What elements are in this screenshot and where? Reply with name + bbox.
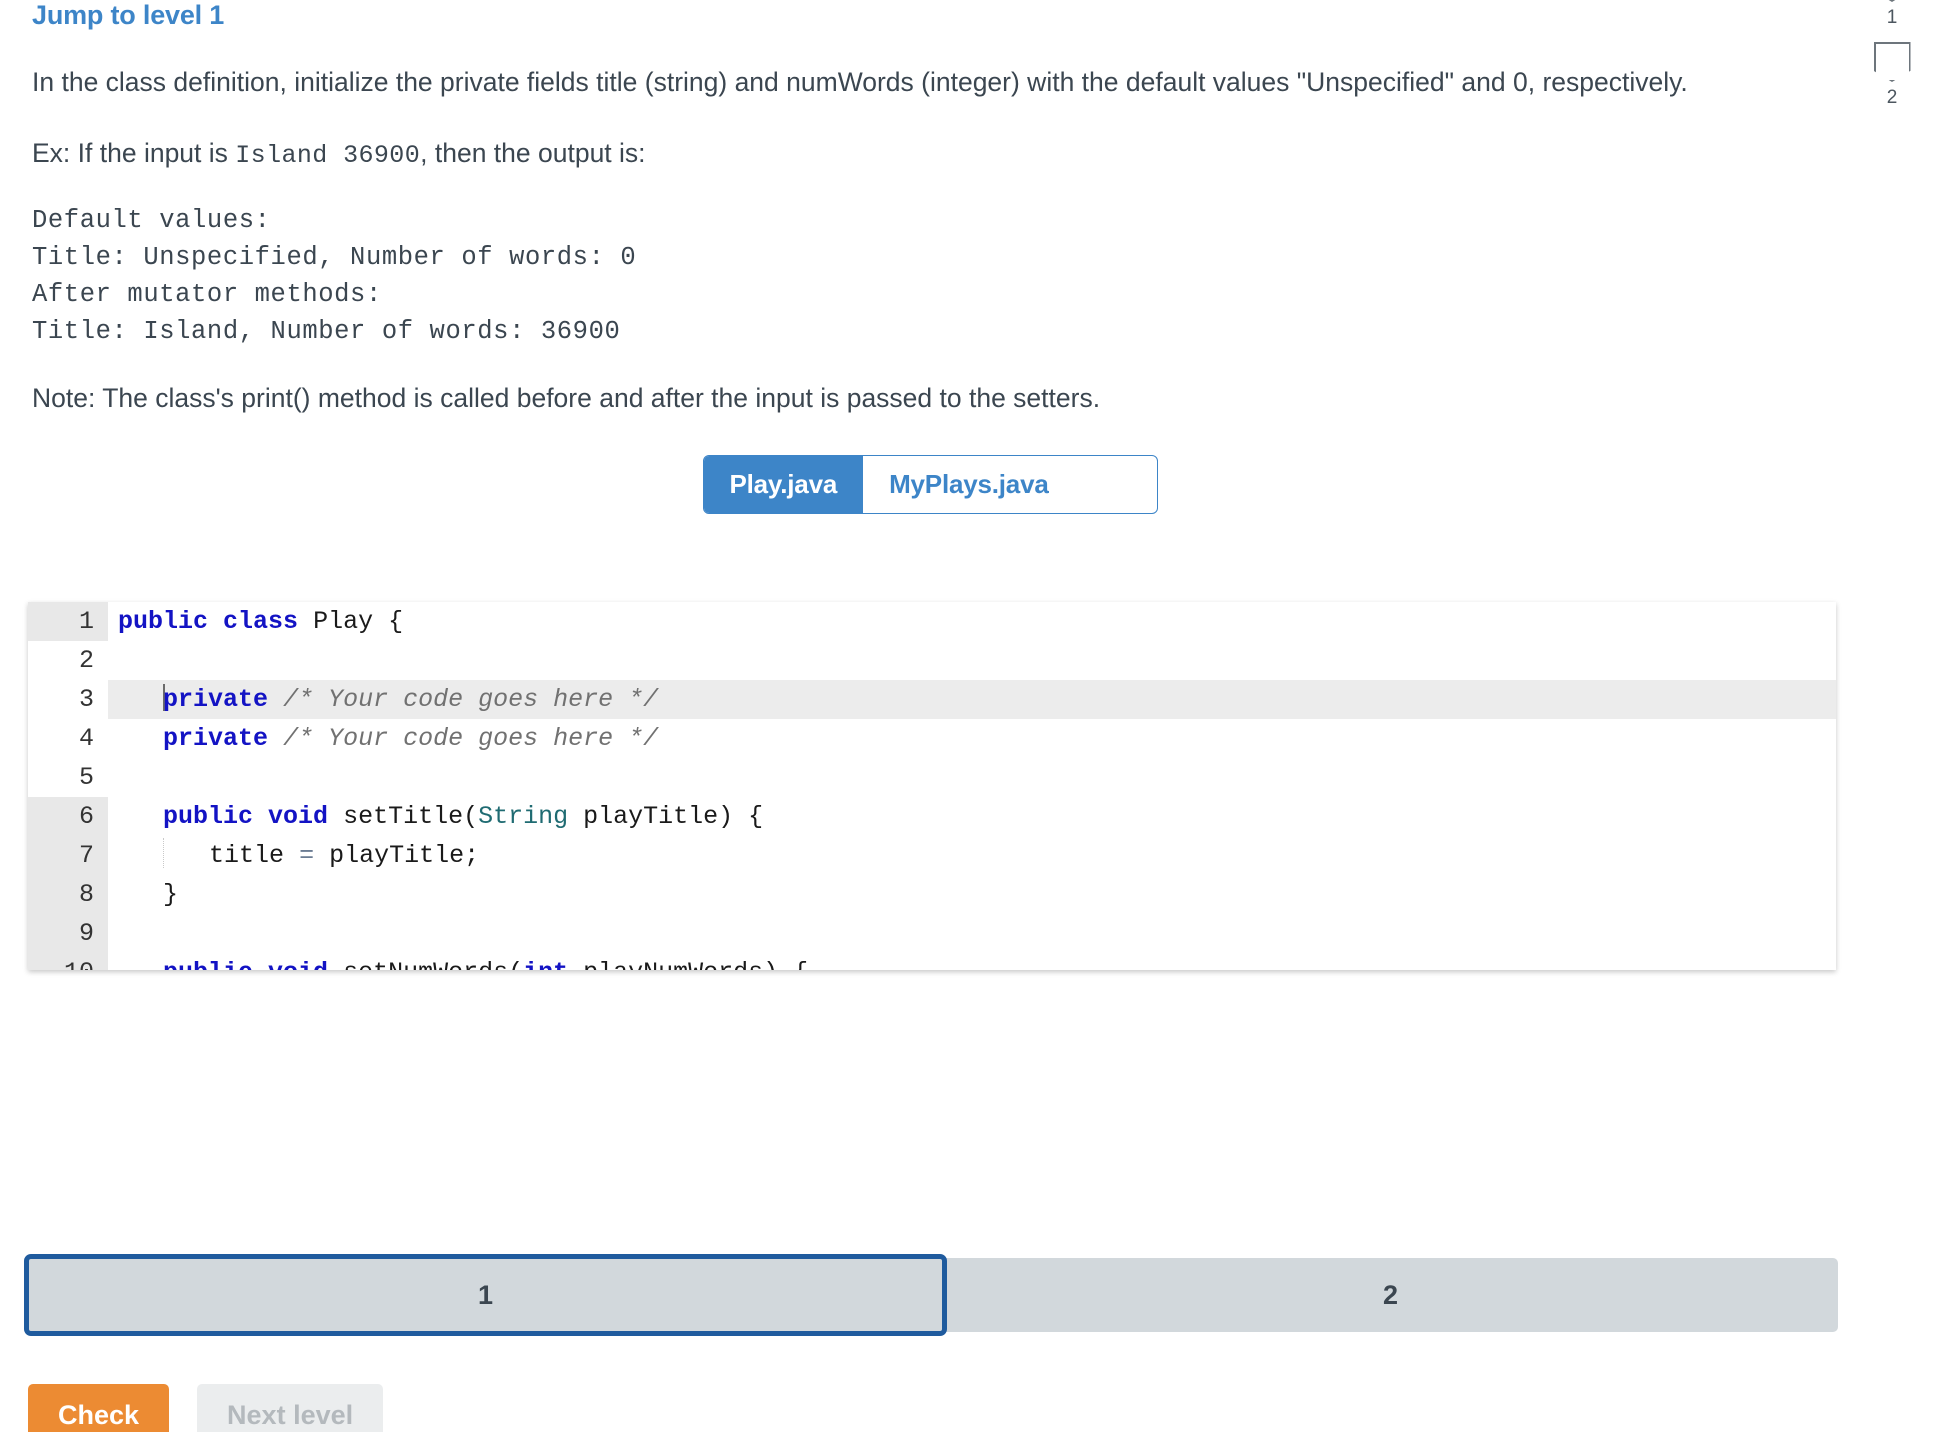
line-number: 9 [28,914,108,953]
next-level-button[interactable]: Next level [197,1384,384,1432]
tab-play-java[interactable]: Play.java [703,456,864,513]
code-lines-body: 1 public class Play { 2 3 private /* You… [28,602,1836,970]
level-segment-1[interactable]: 1 [24,1254,947,1336]
level-shield-2[interactable]: 2 [1873,42,1911,108]
sample-output-block: Default values: Title: Unspecified, Numb… [32,206,637,346]
shield-icon [1873,42,1911,82]
code-content[interactable] [108,641,1836,680]
indent-guide [163,838,165,868]
line-number: 1 [28,602,108,641]
line-number: 4 [28,719,108,758]
code-lines-table: 1 public class Play { 2 3 private /* You… [28,602,1836,970]
example-input-code: Island 36900 [235,141,421,170]
example-line: Ex: If the input is Island 36900, then t… [32,131,1828,178]
zybooks-activity-page: Jump to level 1 In the class definition,… [0,0,1944,1432]
activity-content: Jump to level 1 In the class definition,… [0,0,1860,514]
code-line-4: 4 private /* Your code goes here */ [28,719,1836,758]
level-shield-1[interactable]: 1 [1873,0,1911,28]
line-number: 5 [28,758,108,797]
code-line-6: 6 public void setTitle(String playTitle)… [28,797,1836,836]
code-content: } [108,875,1836,914]
level-shield-label: 1 [1886,7,1898,28]
code-content: public void setNumWords(int playNumWords… [108,953,1836,970]
level-segment-2[interactable]: 2 [943,1258,1838,1332]
line-number: 7 [28,836,108,875]
check-button[interactable]: Check [28,1384,170,1432]
jump-to-level-link[interactable]: Jump to level 1 [32,0,1860,30]
example-prefix: Ex: If the input is [32,138,236,168]
note-paragraph: Note: The class's print() method is call… [32,383,1101,413]
code-line-7: 7 title = playTitle; [28,836,1836,875]
line-number: 10 [28,953,108,970]
line-number: 8 [28,875,108,914]
level-progress-bar: 1 2 [24,1254,1838,1336]
level-shield-rail: 1 2 [1840,0,1944,122]
example-suffix: , then the output is: [420,138,646,168]
code-line-10: 10 public void setNumWords(int playNumWo… [28,953,1836,970]
code-line-9: 9 [28,914,1836,953]
tab-myplays-java[interactable]: MyPlays.java [863,456,1075,513]
line-number: 3 [28,680,108,719]
code-content: public void setTitle(String playTitle) { [108,797,1836,836]
code-line-8: 8 } [28,875,1836,914]
code-line-3: 3 private /* Your code goes here */ [28,680,1836,719]
code-content[interactable]: private /* Your code goes here */ [108,719,1836,758]
level-shield-label: 2 [1886,87,1898,108]
code-content-active[interactable]: private /* Your code goes here */ [108,680,1836,719]
code-content[interactable]: public class Play { [108,602,1836,641]
code-editor[interactable]: 1 public class Play { 2 3 private /* You… [28,602,1836,970]
file-tab-bar: Play.java MyPlays.java [702,455,1158,514]
line-number: 6 [28,797,108,836]
code-line-1: 1 public class Play { [28,602,1836,641]
action-button-row: Check Next level [28,1384,384,1432]
code-content [108,914,1836,953]
code-content: title = playTitle; [108,836,1836,875]
line-number: 2 [28,641,108,680]
shield-icon [1873,0,1911,2]
instruction-paragraph: In the class definition, initialize the … [32,67,1688,97]
code-line-2: 2 [28,641,1836,680]
code-line-5: 5 [28,758,1836,797]
code-content[interactable] [108,758,1836,797]
